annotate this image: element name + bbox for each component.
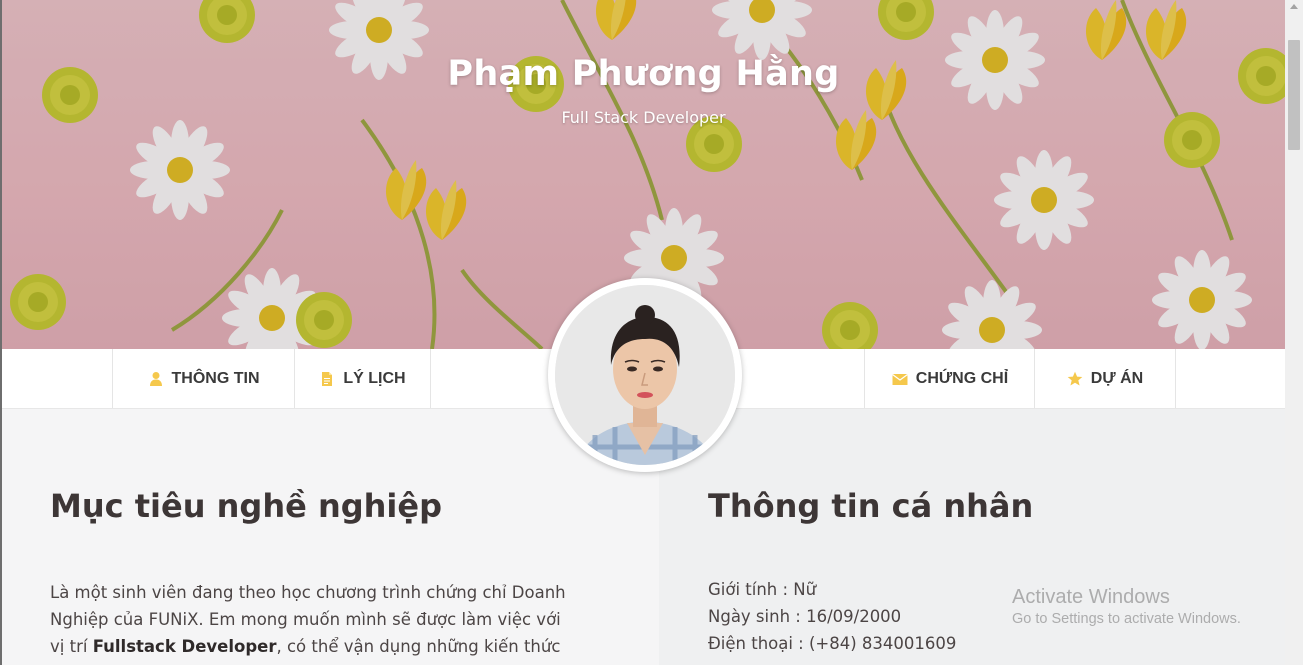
document-icon	[322, 371, 333, 386]
career-section: Mục tiêu nghề nghiệp Là một sinh viên đa…	[2, 409, 659, 665]
career-text: Là một sinh viên đang theo học chương tr…	[50, 579, 580, 665]
phone-line: Điện thoại : (+84) 834001609	[708, 634, 957, 653]
profile-role: Full Stack Developer	[561, 108, 726, 127]
star-icon	[1067, 371, 1083, 385]
nav-label: LÝ LỊCH	[343, 369, 406, 387]
nav-item-info[interactable]: THÔNG TIN	[112, 349, 294, 408]
scrollbar-thumb[interactable]	[1288, 40, 1300, 150]
envelope-icon	[891, 373, 908, 385]
career-title: Mục tiêu nghề nghiệp	[50, 487, 442, 525]
nav-label: CHỨNG CHỈ	[915, 369, 1009, 387]
nav-item-resume[interactable]: LÝ LỊCH	[294, 349, 431, 408]
avatar-photo	[555, 285, 735, 465]
nav-label: DỰ ÁN	[1090, 369, 1144, 387]
avatar-frame	[548, 278, 742, 472]
activate-windows-subtitle: Go to Settings to activate Windows.	[1012, 611, 1241, 627]
nav-label: THÔNG TIN	[171, 369, 260, 387]
gender-line: Giới tính : Nữ	[708, 580, 817, 599]
profile-name: Phạm Phương Hằng	[447, 54, 840, 94]
birthday-line: Ngày sinh : 16/09/2000	[708, 607, 902, 626]
personal-title: Thông tin cá nhân	[708, 487, 1034, 525]
user-icon	[149, 371, 162, 386]
career-highlight: Fullstack Developer	[92, 637, 277, 656]
nav-item-projects[interactable]: DỰ ÁN	[1034, 349, 1176, 408]
avatar	[555, 285, 735, 465]
scroll-up-arrow-icon[interactable]	[1290, 4, 1298, 9]
vertical-scrollbar[interactable]	[1285, 0, 1303, 665]
page: Phạm Phương Hằng Full Stack Developer TH…	[2, 0, 1285, 665]
nav-item-certificates[interactable]: CHỨNG CHỈ	[864, 349, 1035, 408]
activate-windows-title: Activate Windows	[1012, 586, 1170, 608]
